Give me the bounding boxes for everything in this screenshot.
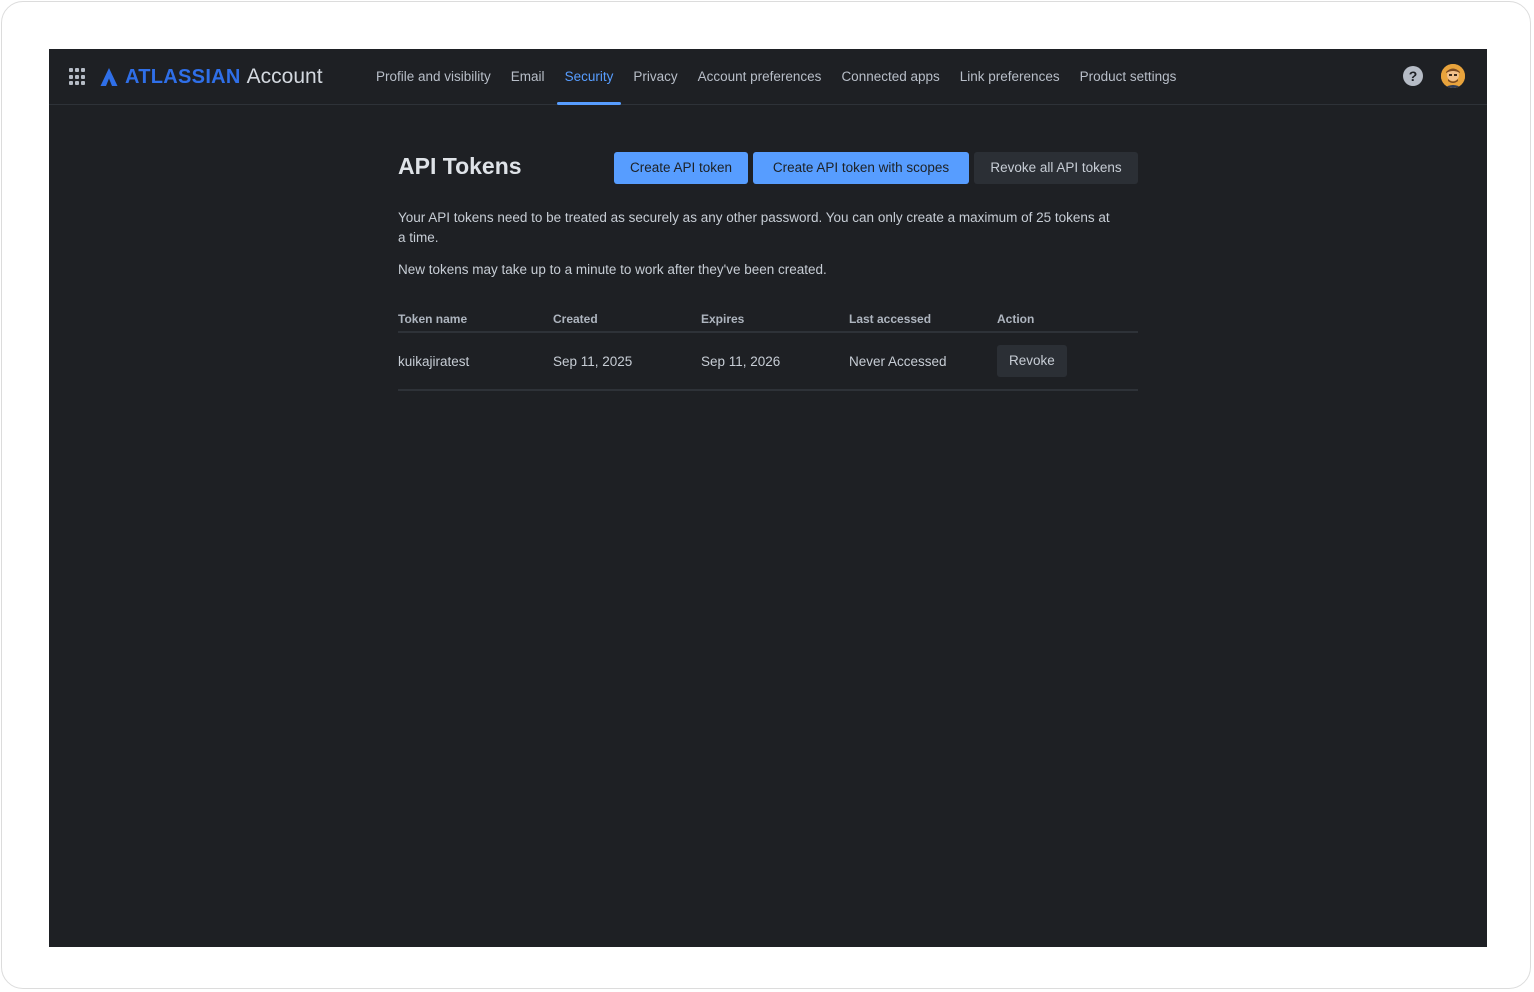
nav-tab-connected-apps[interactable]: Connected apps (831, 49, 949, 104)
page-title: API Tokens (398, 153, 522, 179)
note-text: New tokens may take up to a minute to wo… (398, 262, 827, 277)
atlassian-account-logo[interactable]: ATLASSIAN Account (99, 63, 323, 91)
column-header-token-name: Token name (398, 312, 553, 333)
create-api-token-with-scopes-button[interactable]: Create API token with scopes (753, 152, 969, 184)
nav-tab-profile-and-visibility[interactable]: Profile and visibility (366, 49, 501, 104)
app-switcher-icon[interactable] (69, 68, 87, 86)
table-row: kuikajiratest Sep 11, 2025 Sep 11, 2026 … (398, 332, 1138, 391)
nav-tab-privacy[interactable]: Privacy (623, 49, 687, 104)
description-text: Your API tokens need to be treated as se… (398, 210, 1110, 245)
table-header-row: Token name Created Expires Last accessed… (398, 312, 1138, 333)
user-face-icon (1441, 64, 1465, 88)
product-name: Account (246, 65, 323, 88)
create-api-token-button[interactable]: Create API token (614, 152, 748, 184)
nav-tab-product-settings[interactable]: Product settings (1070, 49, 1187, 104)
action-cell: Revoke (997, 332, 1138, 391)
nav-tab-account-preferences[interactable]: Account preferences (688, 49, 832, 104)
revoke-token-button[interactable]: Revoke (997, 345, 1067, 377)
brand-name: ATLASSIAN (125, 65, 241, 88)
device-frame: ATLASSIAN Account Profile and visibility… (1, 1, 1531, 989)
api-tokens-section: API Tokens Create API token Create API t… (398, 149, 1138, 391)
column-header-last-accessed: Last accessed (849, 312, 997, 333)
column-header-expires: Expires (701, 312, 849, 333)
revoke-all-api-tokens-button[interactable]: Revoke all API tokens (974, 152, 1138, 184)
column-header-action: Action (997, 312, 1138, 333)
title-row: API Tokens Create API token Create API t… (398, 149, 1138, 189)
nav-tab-security[interactable]: Security (555, 49, 624, 105)
top-navigation-bar: ATLASSIAN Account Profile and visibility… (49, 49, 1487, 105)
nav-tab-email[interactable]: Email (501, 49, 555, 104)
created-cell: Sep 11, 2025 (553, 332, 701, 391)
avatar[interactable] (1441, 64, 1465, 88)
token-name-cell: kuikajiratest (398, 332, 553, 391)
atlassian-logo-icon (100, 68, 118, 86)
browser-viewport: ATLASSIAN Account Profile and visibility… (49, 49, 1487, 947)
column-header-created: Created (553, 312, 701, 333)
nav-tab-link-preferences[interactable]: Link preferences (950, 49, 1070, 104)
api-tokens-table: Token name Created Expires Last accessed… (398, 312, 1138, 391)
last-accessed-cell: Never Accessed (849, 332, 997, 391)
help-icon[interactable]: ? (1403, 66, 1423, 86)
expires-cell: Sep 11, 2026 (701, 332, 849, 391)
main-nav: Profile and visibility Email Security Pr… (366, 49, 1187, 105)
